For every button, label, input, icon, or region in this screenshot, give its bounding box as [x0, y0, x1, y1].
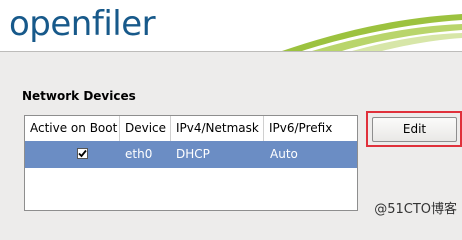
app-header: openfiler	[0, 0, 462, 51]
ipv4-cell: DHCP	[176, 147, 210, 161]
network-devices-table[interactable]: Active on Boot Device IPv4/Netmask IPv6/…	[24, 115, 358, 211]
edit-button[interactable]: Edit	[372, 117, 457, 142]
ipv6-cell: Auto	[270, 147, 298, 161]
header-divider	[0, 51, 462, 52]
checkmark-icon	[78, 149, 87, 158]
table-row[interactable]: eth0 DHCP Auto	[25, 141, 357, 168]
column-header-ipv6-prefix[interactable]: IPv6/Prefix	[264, 116, 357, 141]
column-header-ipv4-netmask[interactable]: IPv4/Netmask	[171, 116, 264, 141]
table-header-row: Active on Boot Device IPv4/Netmask IPv6/…	[25, 116, 357, 142]
section-title: Network Devices	[22, 89, 136, 103]
device-cell: eth0	[125, 147, 153, 161]
watermark: @51CTO博客	[374, 202, 457, 217]
column-header-device[interactable]: Device	[120, 116, 171, 141]
openfiler-logo: openfiler	[9, 4, 156, 44]
column-header-active-on-boot[interactable]: Active on Boot	[25, 116, 120, 141]
header-swoosh-decoration	[282, 14, 462, 51]
active-on-boot-checkbox[interactable]	[77, 148, 88, 159]
